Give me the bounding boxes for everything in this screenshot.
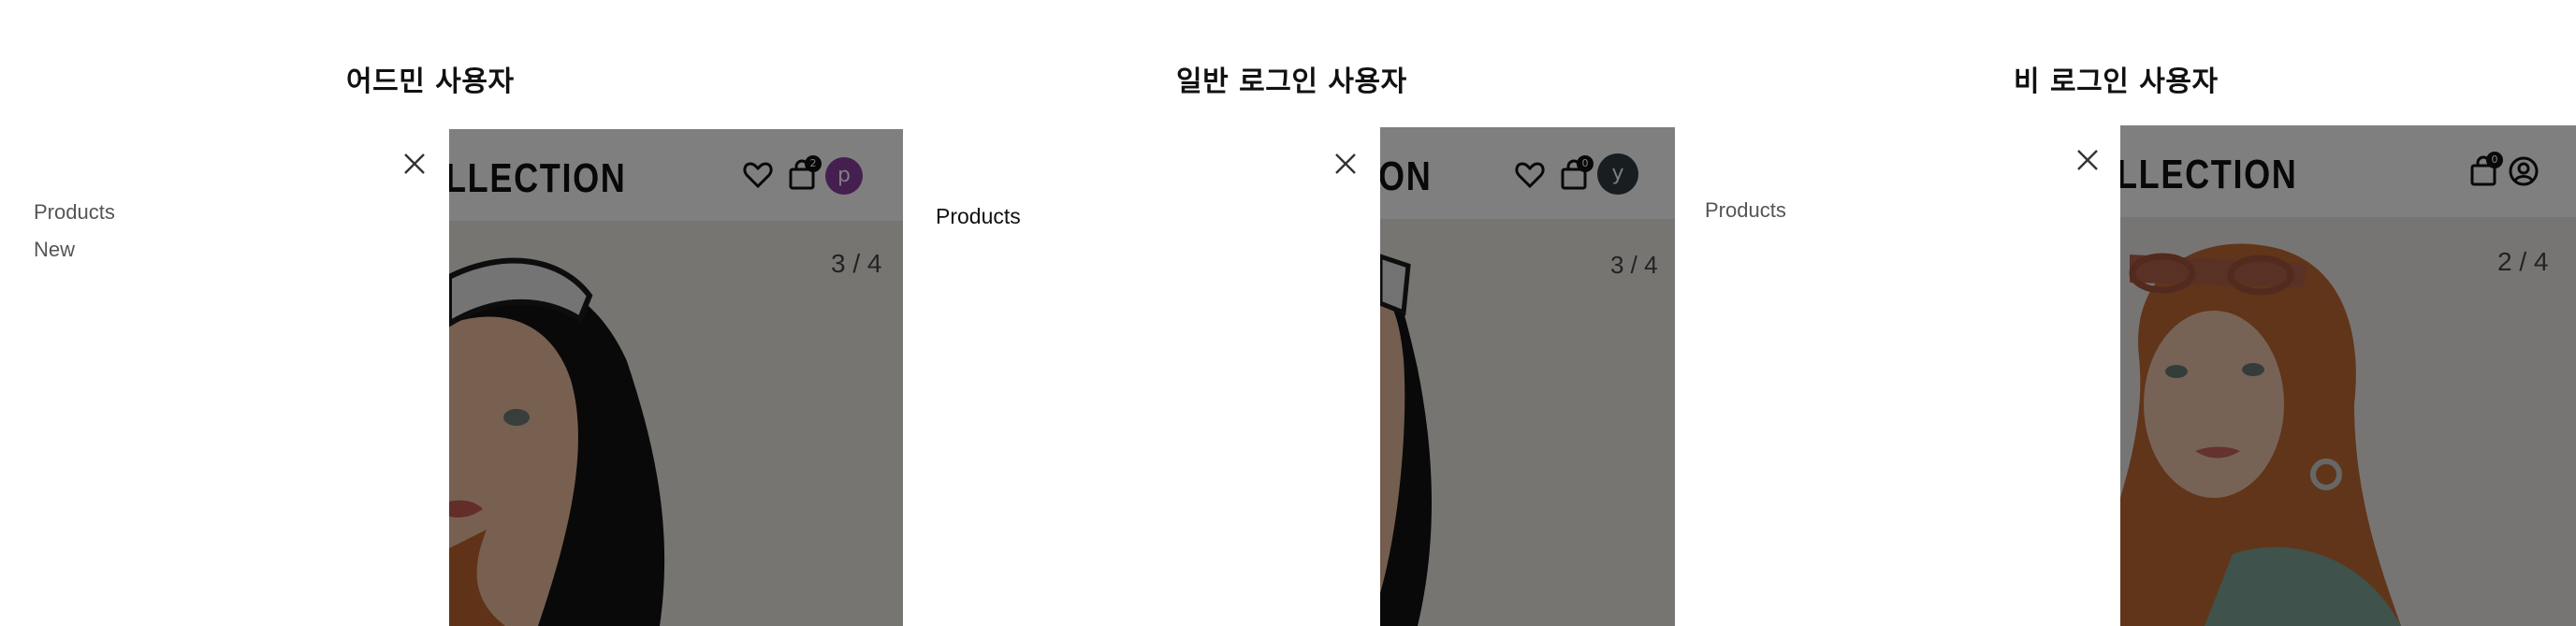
menu-item-products[interactable]: Products xyxy=(936,204,1021,229)
side-menu-drawer: Products New xyxy=(0,129,449,626)
product-hero-image xyxy=(449,221,903,626)
side-menu-drawer: Products xyxy=(1675,125,2120,626)
logged-in-user-panel: 일반 로그인 사용자 Products ON 0 y 3 / 4 xyxy=(903,0,1675,626)
shopping-bag-icon[interactable]: 2 xyxy=(786,155,822,191)
shop-page-background: LLECTION 0 2 / 4 xyxy=(2120,125,2576,626)
panel-title: 비 로그인 사용자 xyxy=(2014,66,2219,98)
slide-counter: 2 / 4 xyxy=(2497,247,2549,276)
close-icon[interactable] xyxy=(402,152,427,176)
shop-page-background: ON 0 y 3 / 4 xyxy=(1380,127,1675,626)
menu-item-products[interactable]: Products xyxy=(1705,198,1786,223)
brand-logo: LLECTION xyxy=(449,155,627,201)
user-circle-icon[interactable] xyxy=(2508,155,2540,187)
brand-logo: ON xyxy=(1380,153,1433,199)
site-header: LLECTION 2 p xyxy=(449,129,903,221)
user-avatar[interactable]: p xyxy=(825,157,863,195)
slide-counter: 3 / 4 xyxy=(1610,251,1658,279)
guest-user-panel: 비 로그인 사용자 Products LLECTION 0 2 / 4 xyxy=(1675,0,2576,626)
menu-item-products[interactable]: Products xyxy=(34,200,115,225)
product-hero-image xyxy=(1380,219,1675,626)
shopping-bag-icon[interactable]: 0 xyxy=(1558,155,1594,191)
cart-count-badge: 2 xyxy=(805,155,822,172)
panel-title: 어드민 사용자 xyxy=(346,66,515,98)
side-menu-drawer: Products xyxy=(903,127,1380,626)
shop-page-background: LLECTION 2 p 3 / 4 xyxy=(449,129,903,626)
site-header: LLECTION 0 xyxy=(2120,125,2576,217)
close-icon[interactable] xyxy=(1333,152,1358,176)
slide-counter: 3 / 4 xyxy=(831,249,882,278)
heart-icon[interactable] xyxy=(742,159,774,191)
brand-logo: LLECTION xyxy=(2120,152,2298,197)
user-avatar[interactable]: y xyxy=(1597,153,1638,195)
cart-count-badge: 0 xyxy=(2486,152,2503,168)
admin-user-panel: 어드민 사용자 Products New LLECTION 2 p 3 / 4 xyxy=(0,0,903,626)
menu-item-new[interactable]: New xyxy=(34,238,75,262)
shopping-bag-icon[interactable]: 0 xyxy=(2467,152,2503,187)
close-icon[interactable] xyxy=(2075,148,2100,172)
product-hero-image xyxy=(2120,217,2576,626)
site-header: ON 0 y xyxy=(1380,127,1675,219)
heart-icon[interactable] xyxy=(1514,159,1546,191)
panel-title: 일반 로그인 사용자 xyxy=(1176,66,1407,98)
cart-count-badge: 0 xyxy=(1577,155,1594,172)
